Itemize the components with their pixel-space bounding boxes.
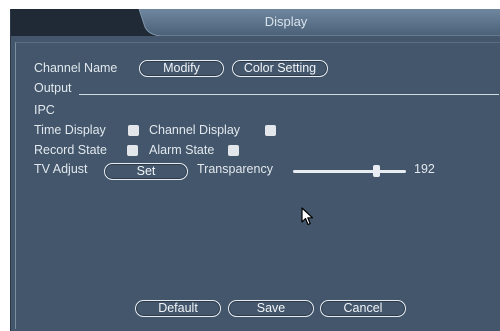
window-title: Display — [264, 14, 308, 29]
transparency-slider-handle[interactable] — [373, 165, 380, 177]
title-bar: Display — [11, 9, 500, 36]
mouse-cursor-icon — [301, 207, 314, 226]
time-display-checkbox[interactable] — [128, 125, 139, 136]
set-button[interactable]: Set — [104, 163, 188, 180]
transparency-slider[interactable] — [293, 165, 406, 177]
transparency-value: 192 — [414, 162, 435, 176]
color-setting-button[interactable]: Color Setting — [232, 60, 328, 77]
channel-display-label: Channel Display — [149, 123, 241, 137]
record-state-checkbox[interactable] — [127, 145, 138, 156]
channel-display-checkbox[interactable] — [265, 125, 276, 136]
cancel-button[interactable]: Cancel — [320, 300, 406, 317]
tv-adjust-label: TV Adjust — [34, 162, 88, 176]
channel-name-label: Channel Name — [34, 61, 118, 75]
time-display-label: Time Display — [34, 123, 106, 137]
default-button[interactable]: Default — [135, 300, 221, 317]
output-label: Output — [34, 81, 72, 95]
transparency-label: Transparency — [197, 162, 273, 176]
alarm-state-label: Alarm State — [149, 143, 215, 157]
save-button[interactable]: Save — [228, 300, 314, 317]
ipc-label: IPC — [34, 103, 55, 117]
modify-button[interactable]: Modify — [139, 60, 224, 77]
output-divider — [79, 94, 499, 95]
record-state-label: Record State — [34, 143, 107, 157]
settings-panel: Channel Name Modify Color Setting Output… — [15, 42, 500, 329]
alarm-state-checkbox[interactable] — [228, 145, 239, 156]
display-dialog: Display Channel Name Modify Color Settin… — [10, 9, 500, 331]
